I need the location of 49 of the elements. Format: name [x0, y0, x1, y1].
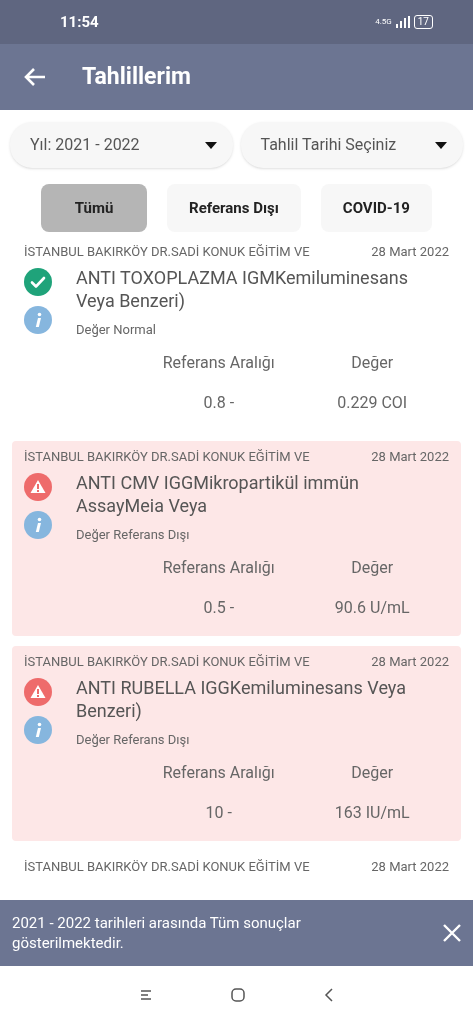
- column-label: Referans Aralığı: [161, 762, 276, 784]
- back-arrow-icon[interactable]: [24, 67, 46, 87]
- reference-range: 0.8 -: [202, 392, 236, 414]
- network-label: 4.5G: [375, 16, 392, 28]
- result-card[interactable]: İSTANBUL BAKIRKÖY DR.SADİ KONUK EĞİTİM VE 28 Mart 2022 ANTI RUBELLA IGGKemiluminesans Veya Benzeri) Değer Referans Dışı Referans Aralığı Değer 10 - 163 IU/mL: [12, 646, 461, 841]
- home-icon[interactable]: [231, 988, 245, 1002]
- result-status: Değer Referans Dışı: [76, 525, 191, 544]
- result-date: 28 Mart 2022: [371, 858, 449, 876]
- dropdown[interactable]: Tahlil Tarihi Seçiniz: [240, 122, 463, 168]
- column-label: Değer: [350, 557, 395, 579]
- result-date: 28 Mart 2022: [371, 243, 449, 261]
- test-name: ANTI RUBELLA IGGKemiluminesans Veya Benzeri): [76, 675, 407, 722]
- test-name: ANTI TOXOPLAZMA IGMKemiluminesans Veya Benzeri): [76, 265, 409, 312]
- filter-tab[interactable]: Referans Dışı: [167, 184, 301, 232]
- signal-icon: [395, 16, 410, 28]
- column-label: Değer: [350, 352, 395, 374]
- filter-tab[interactable]: Tümü: [41, 184, 148, 232]
- column-label: Değer: [350, 762, 395, 784]
- result-status: Değer Normal: [76, 320, 157, 339]
- result-date: 28 Mart 2022: [371, 653, 449, 671]
- reference-range: 0.5 -: [202, 597, 236, 619]
- test-name: ANTI CMV IGGMikropartikül immün AssayMeia Veya: [76, 470, 360, 517]
- snackbar-message: 2021 - 2022 tarihleri arasında Tüm sonuçlar gösterilmektedir.: [12, 913, 302, 953]
- result-value: 0.229 COI: [336, 392, 409, 414]
- check-icon: [24, 267, 52, 296]
- dropdown-caret-icon: [204, 141, 217, 149]
- result-date: 28 Mart 2022: [371, 448, 449, 466]
- result-value: 163 IU/mL: [333, 802, 411, 824]
- result-value: 90.6 U/mL: [333, 597, 411, 619]
- dropdown-caret-icon: [435, 141, 447, 149]
- column-label: Referans Aralığı: [161, 352, 276, 374]
- dropdown[interactable]: Yıl: 2021 - 2022: [10, 122, 233, 168]
- battery-indicator: 17: [413, 15, 433, 29]
- warning-icon: [24, 677, 52, 706]
- result-status: Değer Referans Dışı: [76, 730, 191, 749]
- result-card[interactable]: İSTANBUL BAKIRKÖY DR.SADİ KONUK EĞİTİM VE 28 Mart 2022 ANTI CMV IGGMikropartikül immün AssayMeia Veya Değer Referans Dışı Referans Aralığı Değer 0.5 - 90.6 U/mL: [12, 441, 461, 636]
- filter-tab[interactable]: COVID-19: [320, 184, 432, 232]
- hospital-name: İSTANBUL BAKIRKÖY DR.SADİ KONUK EĞİTİM VE: [24, 243, 310, 261]
- hospital-name: İSTANBUL BAKIRKÖY DR.SADİ KONUK EĞİTİM VE: [24, 448, 310, 466]
- close-icon[interactable]: [443, 924, 461, 942]
- hospital-name: İSTANBUL BAKIRKÖY DR.SADİ KONUK EĞİTİM VE: [24, 858, 310, 876]
- menu-icon[interactable]: [139, 989, 152, 1001]
- hospital-name: İSTANBUL BAKIRKÖY DR.SADİ KONUK EĞİTİM VE: [24, 653, 310, 671]
- back-icon[interactable]: [324, 988, 334, 1002]
- warning-icon: [24, 472, 52, 501]
- page-title: Tahlillerim: [82, 61, 191, 92]
- status-time: 11:54: [60, 11, 99, 33]
- column-label: Referans Aralığı: [161, 557, 276, 579]
- reference-range: 10 -: [204, 802, 233, 824]
